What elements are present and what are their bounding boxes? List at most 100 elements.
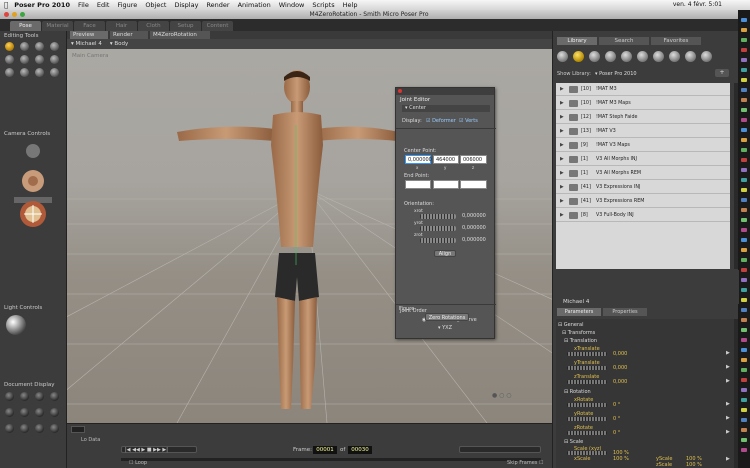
dock-app-icon[interactable] bbox=[741, 398, 747, 402]
library-scrollbar[interactable] bbox=[734, 83, 738, 269]
verts-checkbox[interactable]: ☑ Verts bbox=[459, 118, 478, 124]
dock-app-icon[interactable] bbox=[741, 348, 747, 352]
ytranslate-value[interactable]: 0,000 bbox=[613, 365, 627, 371]
dock-app-icon[interactable] bbox=[741, 188, 747, 192]
dock-app-icon[interactable] bbox=[741, 228, 747, 232]
direct-manipulation-tool-icon[interactable] bbox=[50, 68, 59, 77]
display-style-icon[interactable] bbox=[20, 392, 29, 401]
expand-icon[interactable]: ▶ bbox=[560, 167, 564, 180]
parameters-scrollbar[interactable] bbox=[734, 319, 738, 468]
dock-app-icon[interactable] bbox=[741, 198, 747, 202]
display-style-icon[interactable] bbox=[5, 408, 14, 417]
expressions-category-icon[interactable] bbox=[589, 51, 600, 62]
dock-app-icon[interactable] bbox=[741, 28, 747, 32]
expand-icon[interactable]: ▶ bbox=[560, 111, 564, 124]
translate-in-out-tool-icon[interactable] bbox=[50, 42, 59, 51]
expand-icon[interactable]: ▶ bbox=[560, 209, 564, 222]
minimize-window-button[interactable] bbox=[12, 12, 17, 17]
hair-category-icon[interactable] bbox=[605, 51, 616, 62]
menu-edit[interactable]: Edit bbox=[97, 1, 110, 9]
tab-parameters[interactable]: Parameters bbox=[557, 308, 601, 316]
menu-animation[interactable]: Animation bbox=[238, 1, 271, 9]
dock-app-icon[interactable] bbox=[741, 128, 747, 132]
expand-icon[interactable]: ▶ bbox=[560, 83, 564, 96]
zrot-value[interactable]: 0,000000 bbox=[462, 237, 486, 243]
arrow-right-icon[interactable]: ▶ bbox=[726, 364, 730, 370]
list-item[interactable]: ▶ [1] V3 All Morphs REM bbox=[556, 167, 730, 180]
dock-app-icon[interactable] bbox=[741, 18, 747, 22]
xrotate-dial[interactable] bbox=[567, 403, 607, 407]
zrotate-value[interactable]: 0 ° bbox=[613, 430, 620, 436]
dock-app-icon[interactable] bbox=[741, 328, 747, 332]
scale-xyz-dial[interactable] bbox=[567, 451, 607, 455]
transport-icons[interactable]: |◀ ◀◀ ▶ ■ ▶▶ ▶| bbox=[125, 447, 168, 453]
menu-file[interactable]: File bbox=[78, 1, 89, 9]
dock-app-icon[interactable] bbox=[741, 268, 747, 272]
dock-app-icon[interactable] bbox=[741, 108, 747, 112]
end-z-field[interactable] bbox=[460, 180, 487, 189]
tab-material[interactable]: Material bbox=[42, 21, 73, 31]
loop-checkbox[interactable]: ☐ Loop bbox=[129, 460, 147, 466]
list-item[interactable]: ▶ [8] V3 Full-Body INJ bbox=[556, 209, 730, 222]
xrot-value[interactable]: 0,000000 bbox=[462, 213, 486, 219]
dock-app-icon[interactable] bbox=[741, 68, 747, 72]
display-style-icon[interactable] bbox=[20, 424, 29, 433]
dock-app-icon[interactable] bbox=[741, 58, 747, 62]
menu-object[interactable]: Object bbox=[145, 1, 166, 9]
joint-section-select[interactable]: ▾ Center bbox=[402, 105, 490, 112]
zrotate-dial[interactable] bbox=[567, 431, 607, 435]
timeline-slider[interactable] bbox=[121, 458, 541, 461]
dock-app-icon[interactable] bbox=[741, 178, 747, 182]
menu-display[interactable]: Display bbox=[174, 1, 198, 9]
display-style-icon[interactable] bbox=[50, 408, 59, 417]
dock-app-icon[interactable] bbox=[741, 378, 747, 382]
translation-group[interactable]: ⊟ Translation bbox=[564, 338, 597, 344]
dock-app-icon[interactable] bbox=[741, 288, 747, 292]
add-to-library-button[interactable]: + bbox=[715, 69, 729, 77]
list-item[interactable]: ▶ [10] !MAT M3 Maps bbox=[556, 97, 730, 110]
expand-icon[interactable]: ▶ bbox=[560, 195, 564, 208]
animation-toggle-button[interactable] bbox=[71, 426, 85, 433]
dock-app-icon[interactable] bbox=[741, 118, 747, 122]
center-z-field[interactable]: 006000 bbox=[460, 155, 487, 164]
props-category-icon[interactable] bbox=[637, 51, 648, 62]
camera-controls-widget[interactable] bbox=[4, 139, 62, 229]
expand-icon[interactable]: ▶ bbox=[560, 181, 564, 194]
figures-category-icon[interactable] bbox=[557, 51, 568, 62]
current-frame-field[interactable]: 00001 bbox=[313, 446, 337, 454]
tab-properties[interactable]: Properties bbox=[603, 308, 647, 316]
arrow-right-icon[interactable]: ▶ bbox=[726, 456, 730, 462]
tab-face[interactable]: Face bbox=[74, 21, 105, 31]
document-viewport[interactable]: Main Camera Joint Editor ▾ Center Displa… bbox=[67, 49, 552, 423]
dock-app-icon[interactable] bbox=[741, 218, 747, 222]
zero-rotations-button[interactable]: Zero Rotations bbox=[425, 313, 469, 321]
dock-app-icon[interactable] bbox=[741, 438, 747, 442]
arrow-right-icon[interactable]: ▶ bbox=[726, 350, 730, 356]
expand-icon[interactable]: ▶ bbox=[560, 139, 564, 152]
dock-app-icon[interactable] bbox=[741, 258, 747, 262]
scale-tool-icon[interactable] bbox=[5, 55, 14, 64]
joint-editor-titlebar[interactable] bbox=[396, 88, 494, 95]
tab-library[interactable]: Library bbox=[557, 37, 597, 45]
list-item[interactable]: ▶ [13] !MAT V3 bbox=[556, 125, 730, 138]
expand-icon[interactable]: ▶ bbox=[560, 125, 564, 138]
human-figure[interactable] bbox=[167, 65, 407, 423]
display-style-icon[interactable] bbox=[35, 408, 44, 417]
dock-app-icon[interactable] bbox=[741, 98, 747, 102]
view-magnifier-tool-icon[interactable] bbox=[20, 68, 29, 77]
tab-cloth[interactable]: Cloth bbox=[138, 21, 169, 31]
dock-app-icon[interactable] bbox=[741, 428, 747, 432]
app-menu[interactable]: Poser Pro 2010 bbox=[14, 1, 70, 9]
poses-category-icon[interactable] bbox=[573, 51, 584, 62]
menu-scripts[interactable]: Scripts bbox=[312, 1, 334, 9]
close-icon[interactable] bbox=[398, 89, 402, 93]
yrot-value[interactable]: 0,000000 bbox=[462, 225, 486, 231]
end-x-field[interactable] bbox=[405, 180, 431, 189]
dock-app-icon[interactable] bbox=[741, 338, 747, 342]
grouping-tool-icon[interactable] bbox=[5, 68, 14, 77]
dock-app-icon[interactable] bbox=[741, 208, 747, 212]
tab-document[interactable]: M4ZeroRotation bbox=[150, 31, 210, 39]
hands-category-icon[interactable] bbox=[621, 51, 632, 62]
skip-frames-checkbox[interactable]: Skip Frames ☐ bbox=[507, 460, 543, 466]
tab-preview[interactable]: Preview bbox=[70, 31, 108, 39]
